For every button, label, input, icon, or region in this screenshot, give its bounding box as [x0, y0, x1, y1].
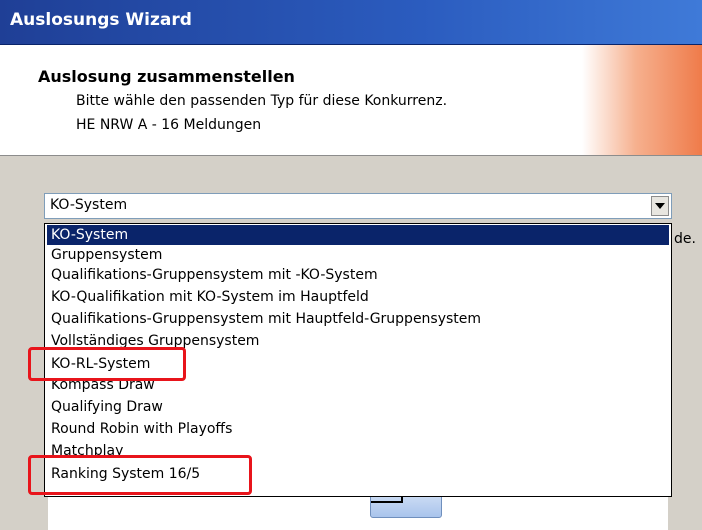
draw-type-combobox[interactable]: KO-System — [44, 193, 672, 219]
header-accent — [582, 45, 702, 155]
option-quali-gruppe-ko[interactable]: Qualifikations-Gruppensystem mit -KO-Sys… — [47, 265, 669, 285]
header-title: Auslosung zusammenstellen — [38, 67, 295, 86]
highlight-box-ko-rl-system — [28, 347, 186, 381]
chevron-down-icon — [655, 203, 665, 209]
header-subtitle: HE NRW A - 16 Meldungen — [76, 117, 262, 133]
option-quali-gruppe-hauptfeld-gruppe[interactable]: Qualifikations-Gruppensystem mit Hauptfe… — [47, 309, 669, 329]
title-bar: Auslosungs Wizard — [0, 0, 702, 45]
option-ko-system[interactable]: KO-System — [47, 225, 669, 245]
header-description: Bitte wähle den passenden Typ für diese … — [76, 93, 448, 109]
truncated-text: de. — [674, 231, 696, 247]
wizard-header: Auslosung zusammenstellen Bitte wähle de… — [0, 45, 702, 156]
window-title: Auslosungs Wizard — [10, 10, 192, 30]
highlight-box-ranking-system — [28, 455, 252, 495]
option-round-robin[interactable]: Round Robin with Playoffs — [47, 419, 669, 439]
option-ko-quali-hauptfeld[interactable]: KO-Qualifikation mit KO-System im Hauptf… — [47, 287, 669, 307]
combo-selected-value: KO-System — [50, 197, 128, 213]
combo-dropdown-button[interactable] — [651, 196, 669, 216]
option-qualifying-draw[interactable]: Qualifying Draw — [47, 397, 669, 417]
option-gruppensystem[interactable]: Gruppensystem — [47, 245, 669, 265]
